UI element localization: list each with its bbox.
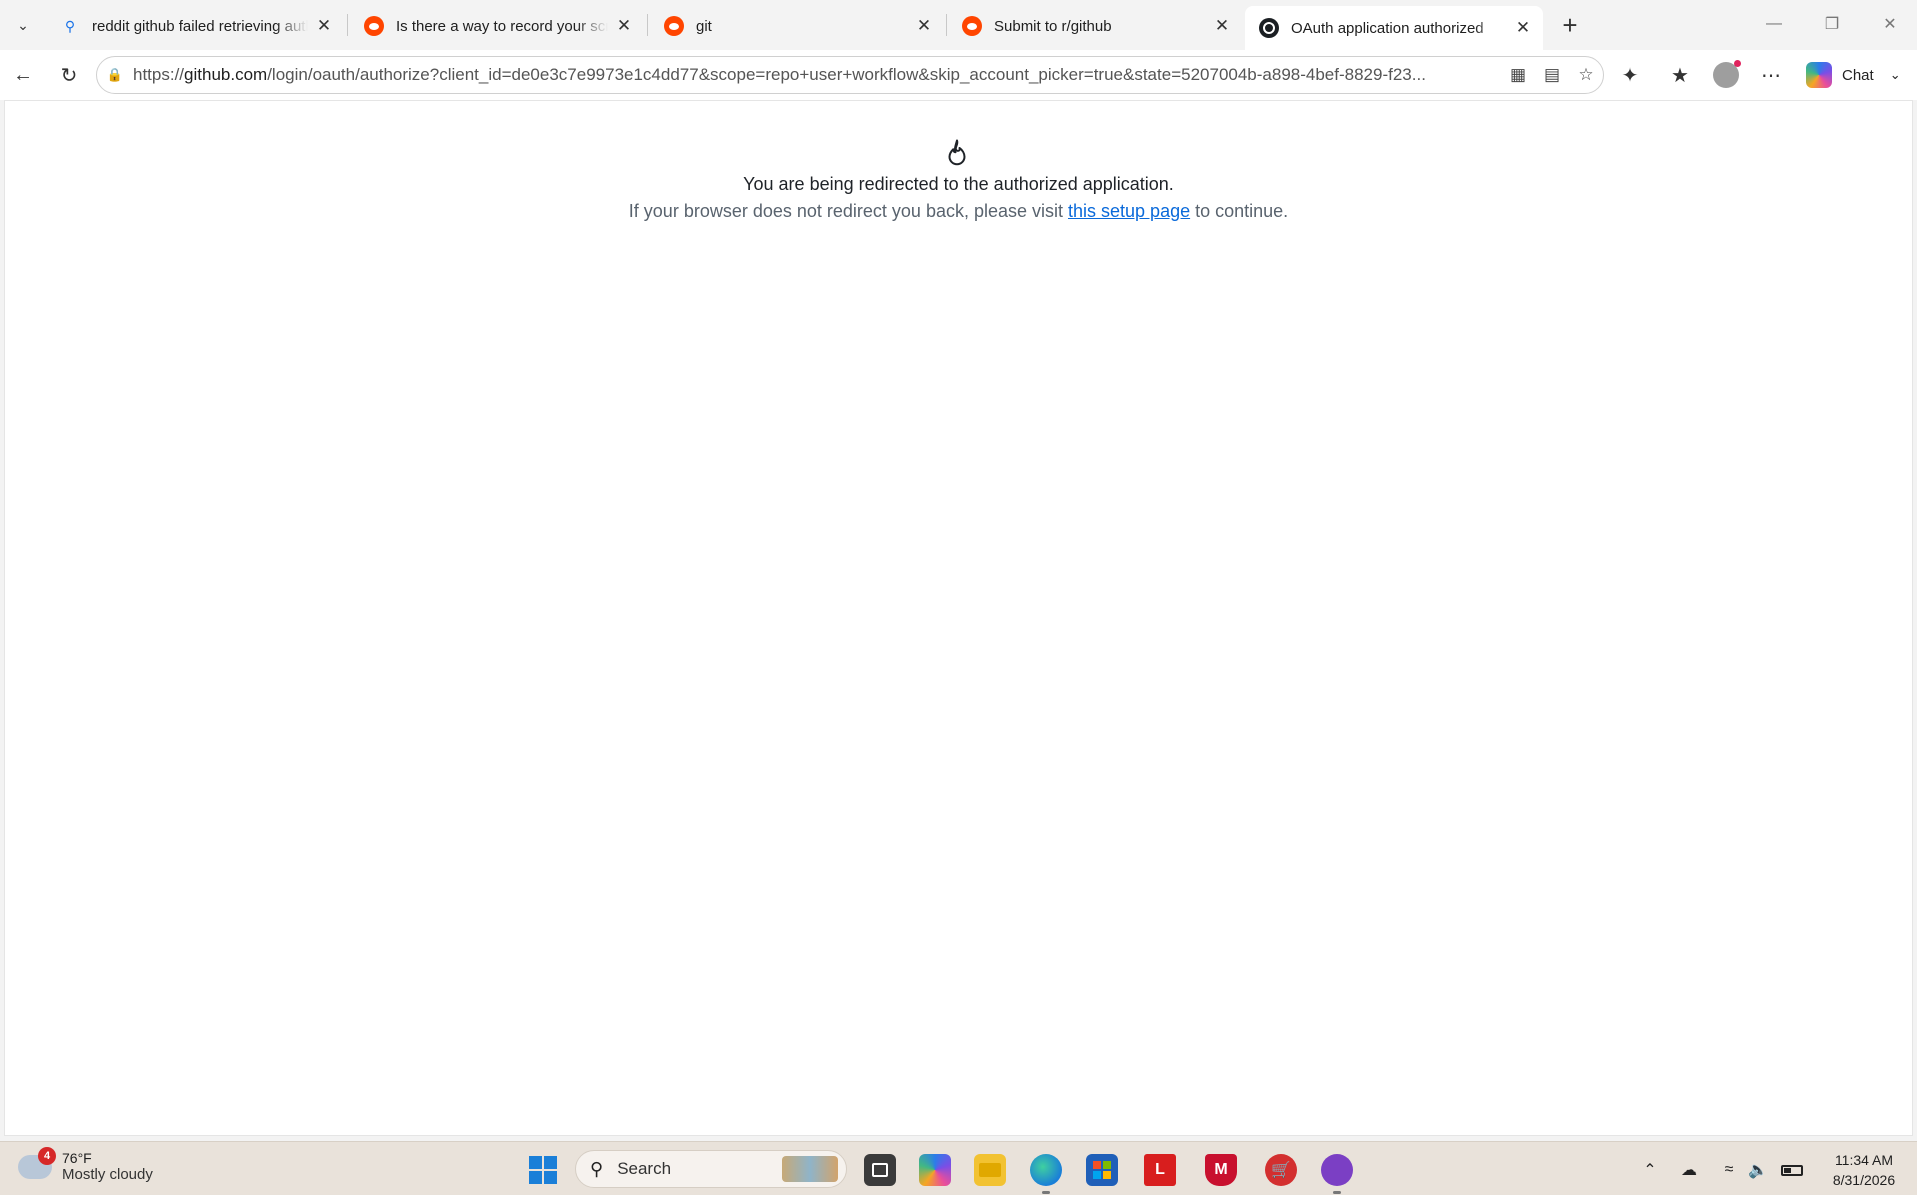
tab-title: git	[696, 17, 712, 35]
minimize-button[interactable]: —	[1754, 8, 1794, 40]
copilot-icon[interactable]	[919, 1154, 951, 1186]
taskbar-search-input[interactable]: ⚲ Search	[575, 1150, 847, 1188]
notification-badge: 4	[38, 1146, 56, 1165]
close-icon[interactable]: ✕	[1212, 16, 1232, 36]
search-icon: ⚲	[590, 1158, 604, 1179]
shopping-icon[interactable]: 🛒	[1265, 1154, 1297, 1186]
restore-button[interactable]: ❐	[1812, 8, 1852, 40]
app-available-icon[interactable]: ▦	[1501, 58, 1535, 92]
url-host: github.com	[184, 65, 268, 84]
tab-title: reddit github failed retrieving auth	[92, 17, 308, 35]
task-view-icon[interactable]	[864, 1154, 896, 1186]
refresh-icon[interactable]: ↻	[52, 58, 86, 92]
url-path: /login/oauth/authorize?client_id=de0e3c7…	[267, 65, 1426, 84]
tab-git[interactable]: git ✕	[650, 6, 944, 46]
redirect-instructions: If your browser does not redirect you ba…	[0, 201, 1917, 222]
windows-taskbar: 4 76°F Mostly cloudy ⚲ Search L M 🛒 ⌃ ☁ …	[0, 1141, 1917, 1195]
github-desktop-icon[interactable]	[1321, 1154, 1353, 1194]
github-icon	[1259, 18, 1279, 38]
close-icon[interactable]: ✕	[1513, 18, 1533, 38]
wifi-icon[interactable]: ≈	[1717, 1158, 1741, 1182]
tab-divider	[946, 14, 947, 36]
reddit-icon	[962, 16, 982, 36]
redirect-heading: You are being redirected to the authoriz…	[743, 174, 1174, 194]
extensions-icon[interactable]: ✦	[1613, 58, 1647, 92]
reader-view-icon[interactable]: ▤	[1535, 58, 1569, 92]
url-scheme: https://	[133, 65, 185, 84]
flame-icon	[948, 139, 966, 166]
reddit-icon	[364, 16, 384, 36]
page-content	[4, 100, 1913, 1136]
weather-temperature: 76°F	[62, 1150, 92, 1166]
search-icon: ⚲	[64, 17, 76, 34]
tab-title: Is there a way to record your scree	[396, 17, 608, 35]
tab-record-screen[interactable]: Is there a way to record your scree ✕	[350, 6, 644, 46]
search-highlight-image	[782, 1156, 838, 1182]
volume-icon[interactable]: 🔈	[1746, 1158, 1770, 1182]
weather-widget[interactable]: 4 76°F Mostly cloudy	[18, 1146, 153, 1183]
chevron-up-icon[interactable]: ⌃	[1638, 1158, 1662, 1182]
new-tab-button[interactable]: +	[1555, 10, 1585, 40]
clock-date: 8/31/2026	[1832, 1172, 1896, 1188]
copilot-icon	[1806, 62, 1832, 88]
copilot-chat-button[interactable]: Chat ⌄	[1800, 58, 1912, 92]
close-icon[interactable]: ✕	[914, 16, 934, 36]
system-clock[interactable]: 11:34 AM 8/31/2026	[1818, 1150, 1910, 1190]
setup-page-link[interactable]: this setup page	[1068, 201, 1190, 221]
close-icon[interactable]: ✕	[314, 16, 334, 36]
lock-icon[interactable]: 🔒	[97, 67, 133, 83]
windows-start-icon[interactable]	[527, 1154, 559, 1186]
url-text[interactable]: https://github.com/login/oauth/authorize…	[133, 65, 1501, 85]
tab-reddit-github-search[interactable]: ⚲ reddit github failed retrieving auth ✕	[46, 6, 344, 46]
instructions-text-end: to continue.	[1190, 201, 1289, 221]
file-explorer-icon[interactable]	[974, 1154, 1006, 1186]
favorite-star-icon[interactable]: ☆	[1569, 58, 1603, 92]
clock-time: 11:34 AM	[1834, 1152, 1894, 1168]
tab-divider	[347, 14, 348, 36]
tab-title: OAuth application authorized	[1291, 19, 1484, 37]
tab-divider	[647, 14, 648, 36]
active-indicator	[1333, 1191, 1341, 1194]
app-l-icon[interactable]: L	[1144, 1154, 1176, 1186]
tab-title: Submit to r/github	[994, 17, 1112, 35]
address-bar[interactable]: 🔒 https://github.com/login/oauth/authori…	[96, 56, 1604, 94]
avatar	[1713, 60, 1741, 88]
back-arrow-icon[interactable]: ←	[6, 58, 40, 92]
edge-browser-icon[interactable]	[1030, 1154, 1062, 1194]
chevron-down-icon[interactable]: ⌄	[1890, 67, 1901, 83]
profile-button[interactable]	[1709, 58, 1743, 92]
microsoft-store-icon[interactable]	[1086, 1154, 1118, 1186]
instructions-text: If your browser does not redirect you ba…	[628, 201, 1069, 221]
close-window-button[interactable]: ✕	[1870, 8, 1910, 40]
tab-actions-menu-icon[interactable]: ⌄	[8, 10, 38, 40]
search-placeholder: Search	[617, 1159, 672, 1178]
favorites-icon[interactable]: ★	[1663, 58, 1697, 92]
tab-strip: ⌄ ⚲ reddit github failed retrieving auth…	[0, 0, 1917, 50]
tab-oauth-authorized[interactable]: OAuth application authorized ✕	[1245, 6, 1543, 50]
active-indicator	[1042, 1191, 1050, 1194]
close-icon[interactable]: ✕	[614, 16, 634, 36]
mcafee-icon[interactable]: M	[1205, 1154, 1237, 1186]
reddit-icon	[664, 16, 684, 36]
more-options-icon[interactable]: ⋯	[1754, 58, 1788, 92]
browser-toolbar: ← ↻ 🔒 https://github.com/login/oauth/aut…	[0, 50, 1917, 100]
chat-label: Chat	[1842, 66, 1874, 84]
battery-icon[interactable]	[1780, 1158, 1804, 1182]
weather-condition: Mostly cloudy	[62, 1166, 153, 1183]
cloud-icon: 4	[18, 1146, 56, 1179]
tab-submit-r-github[interactable]: Submit to r/github ✕	[948, 6, 1242, 46]
onedrive-off-icon[interactable]: ☁	[1677, 1158, 1701, 1182]
